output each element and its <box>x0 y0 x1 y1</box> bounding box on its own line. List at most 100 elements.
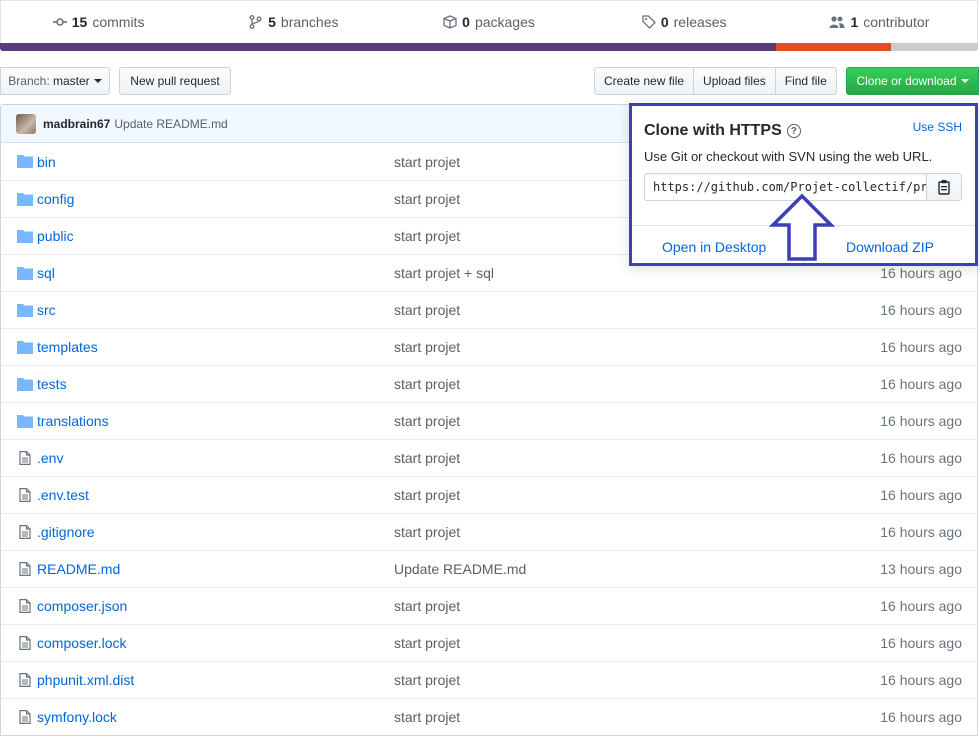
file-icon <box>19 451 31 465</box>
table-row: composer.lock start projet 16 hours ago <box>1 624 977 661</box>
file-icon <box>19 488 31 502</box>
copy-to-clipboard-button[interactable] <box>926 173 962 201</box>
commit-author[interactable]: madbrain67 <box>43 117 110 131</box>
file-actions-group: Create new file Upload files Find file <box>594 67 837 95</box>
commit-message-link[interactable]: start projet <box>394 598 460 614</box>
language-bar[interactable] <box>0 43 978 51</box>
packages-link[interactable]: 0 packages <box>391 1 586 43</box>
commit-message-link[interactable]: start projet <box>394 339 460 355</box>
commit-message-link[interactable]: start projet <box>394 154 460 170</box>
commit-age: 16 hours ago <box>880 709 962 725</box>
branches-count: 5 <box>268 14 276 30</box>
packages-count: 0 <box>462 14 470 30</box>
commit-age: 16 hours ago <box>880 450 962 466</box>
commit-age: 16 hours ago <box>880 413 962 429</box>
commit-message-link[interactable]: start projet <box>394 524 460 540</box>
file-icon <box>19 525 31 539</box>
use-ssh-link[interactable]: Use SSH <box>913 120 962 134</box>
commit-message-link[interactable]: start projet <box>394 672 460 688</box>
language-bar-segment <box>890 43 978 51</box>
commit-message[interactable]: Update README.md <box>114 117 227 131</box>
commits-link[interactable]: 15 commits <box>1 1 196 43</box>
file-name-link[interactable]: .env.test <box>37 487 89 503</box>
file-icon <box>19 710 31 724</box>
folder-icon <box>17 341 33 354</box>
clone-or-download-label: Clone or download <box>856 74 957 88</box>
commit-message-link[interactable]: start projet <box>394 376 460 392</box>
file-name-link[interactable]: tests <box>37 376 67 392</box>
commit-age: 16 hours ago <box>880 376 962 392</box>
file-name-link[interactable]: .env <box>37 450 63 466</box>
branch-prefix: Branch: <box>8 74 50 88</box>
commit-age: 16 hours ago <box>880 302 962 318</box>
file-name-link[interactable]: README.md <box>37 561 120 577</box>
table-row: README.md Update README.md 13 hours ago <box>1 550 977 587</box>
clone-or-download-button[interactable]: Clone or download <box>846 67 979 95</box>
commit-age: 16 hours ago <box>880 672 962 688</box>
commit-message-link[interactable]: start projet <box>394 635 460 651</box>
branches-label: branches <box>280 14 339 30</box>
commit-age: 16 hours ago <box>880 339 962 355</box>
commits-label: commits <box>92 14 145 30</box>
folder-icon <box>17 193 33 206</box>
folder-icon <box>17 415 33 428</box>
contributors-link[interactable]: 1 contributor <box>782 1 977 43</box>
new-pull-request-button[interactable]: New pull request <box>119 67 231 95</box>
commit-message-link[interactable]: start projet <box>394 191 460 207</box>
create-new-file-button[interactable]: Create new file <box>594 67 695 95</box>
table-row: .env start projet 16 hours ago <box>1 439 977 476</box>
commit-age: 13 hours ago <box>880 561 962 577</box>
releases-link[interactable]: 0 releases <box>587 1 782 43</box>
question-icon[interactable]: ? <box>786 124 801 138</box>
file-name-link[interactable]: composer.json <box>37 598 127 614</box>
file-icon <box>19 673 31 687</box>
package-icon <box>443 15 457 29</box>
file-name-link[interactable]: bin <box>37 154 56 170</box>
file-icon <box>19 562 31 576</box>
caret-down-icon <box>93 79 102 83</box>
commit-icon <box>52 18 67 26</box>
file-name-link[interactable]: templates <box>37 339 98 355</box>
commit-message-link[interactable]: Update README.md <box>394 561 526 577</box>
commit-message-link[interactable]: start projet <box>394 709 460 725</box>
branch-icon <box>249 15 262 29</box>
file-name-link[interactable]: translations <box>37 413 109 429</box>
file-name-link[interactable]: phpunit.xml.dist <box>37 672 134 688</box>
find-file-label: Find file <box>784 74 827 88</box>
table-row: translations start projet 16 hours ago <box>1 402 977 439</box>
branches-link[interactable]: 5 branches <box>196 1 391 43</box>
open-in-desktop-link[interactable]: Open in Desktop <box>662 239 766 255</box>
file-name-link[interactable]: config <box>37 191 74 207</box>
commit-age: 16 hours ago <box>880 635 962 651</box>
commit-age: 16 hours ago <box>880 487 962 503</box>
table-row: src start projet 16 hours ago <box>1 291 977 328</box>
commit-message-link[interactable]: start projet <box>394 302 460 318</box>
commit-age: 16 hours ago <box>880 598 962 614</box>
avatar[interactable] <box>16 113 36 134</box>
folder-icon <box>17 378 33 391</box>
table-row: .env.test start projet 16 hours ago <box>1 476 977 513</box>
table-row: tests start projet 16 hours ago <box>1 365 977 402</box>
file-icon <box>19 599 31 613</box>
commit-message-link[interactable]: start projet <box>394 487 460 503</box>
download-zip-link[interactable]: Download ZIP <box>846 239 934 255</box>
releases-count: 0 <box>660 14 669 30</box>
folder-icon <box>17 304 33 317</box>
file-name-link[interactable]: public <box>37 228 74 244</box>
file-name-link[interactable]: .gitignore <box>37 524 95 540</box>
commit-message-link[interactable]: start projet <box>394 228 460 244</box>
upload-files-button[interactable]: Upload files <box>693 67 776 95</box>
commit-message-link[interactable]: start projet <box>394 413 460 429</box>
language-bar-segment <box>775 43 891 51</box>
file-name-link[interactable]: src <box>37 302 56 318</box>
branch-select-button[interactable]: Branch: master <box>0 67 110 95</box>
find-file-button[interactable]: Find file <box>774 67 837 95</box>
file-name-link[interactable]: sql <box>37 265 55 281</box>
clipboard-icon <box>938 180 950 195</box>
file-name-link[interactable]: symfony.lock <box>37 709 117 725</box>
commit-message-link[interactable]: start projet + sql <box>394 265 494 281</box>
commit-message-link[interactable]: start projet <box>394 450 460 466</box>
file-name-link[interactable]: composer.lock <box>37 635 126 651</box>
clone-title: Clone with HTTPS <box>644 122 782 139</box>
contributors-count: 1 <box>850 14 859 30</box>
